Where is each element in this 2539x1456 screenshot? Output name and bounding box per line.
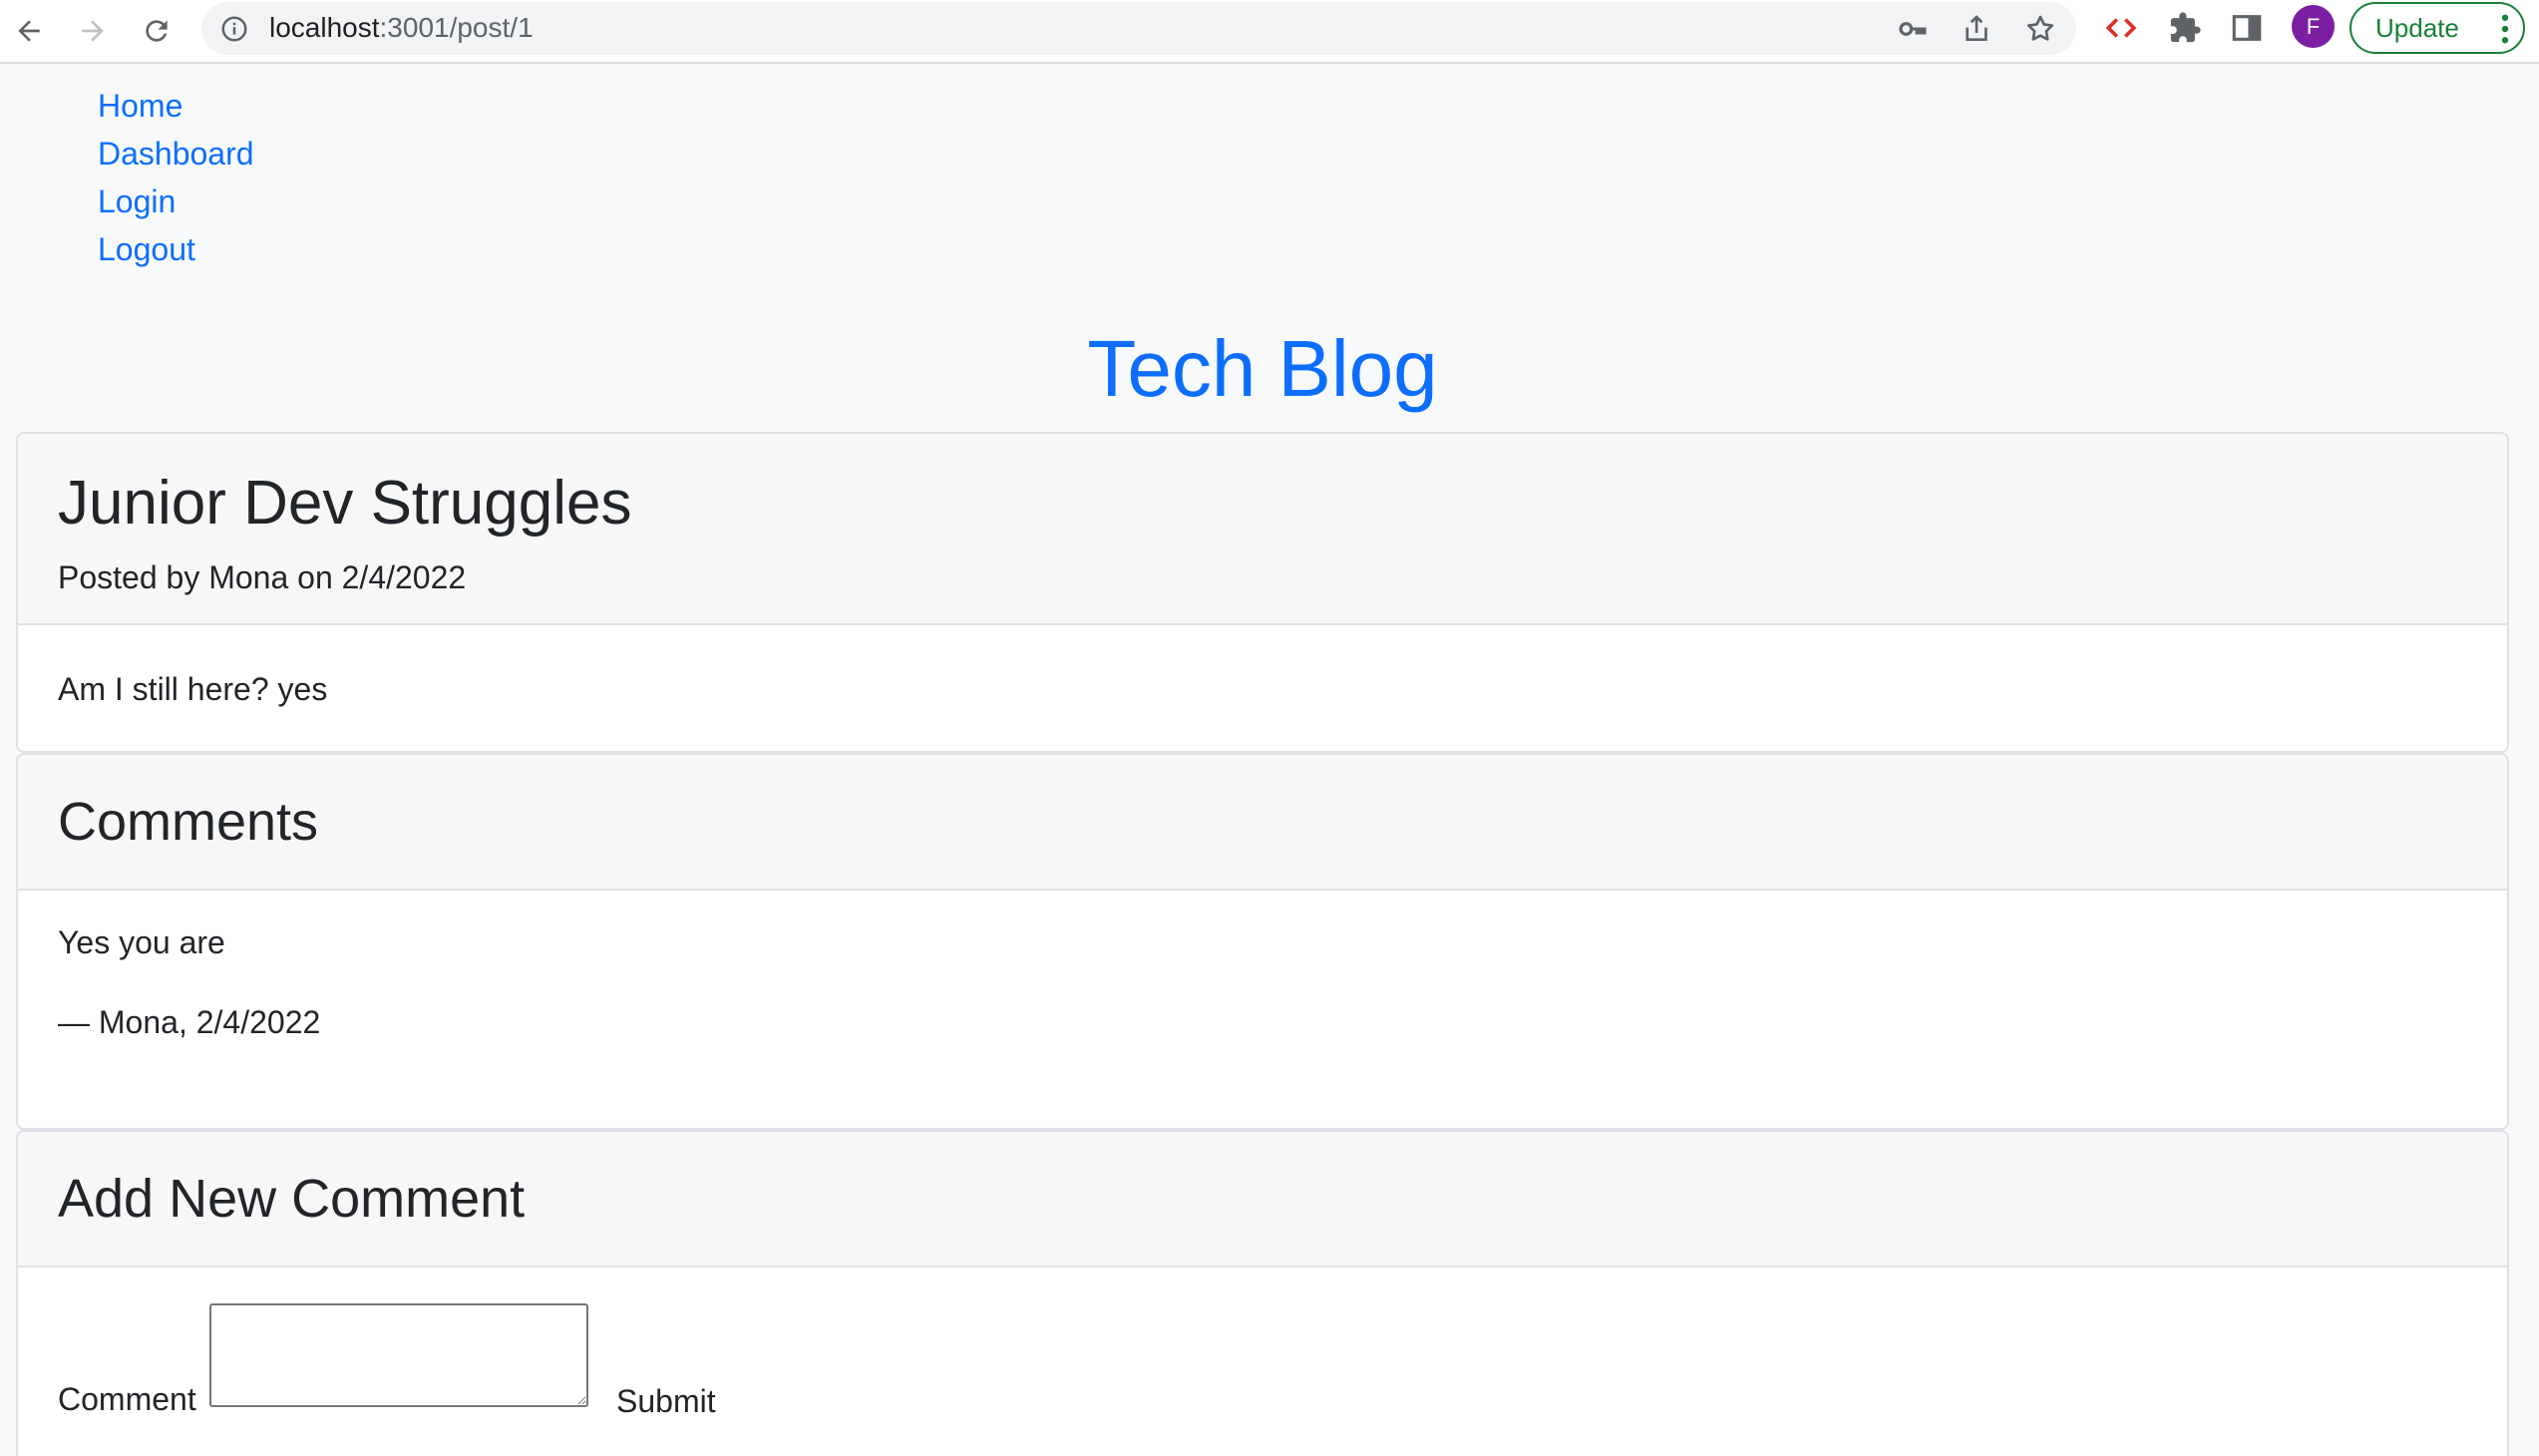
profile-avatar[interactable]: F — [2292, 5, 2335, 48]
nav-link-dashboard[interactable]: Dashboard — [98, 136, 254, 172]
nav-item-home: Home — [98, 82, 254, 130]
comments-header: Comments — [18, 755, 2507, 891]
devtools-icon[interactable] — [2104, 11, 2138, 45]
address-bar[interactable]: localhost:3001/post/1 — [201, 2, 2076, 55]
site-title: Tech Blog — [1087, 324, 1438, 413]
nav-item-dashboard: Dashboard — [98, 130, 254, 178]
post-card: Junior Dev Struggles Posted by Mona on 2… — [16, 432, 2509, 753]
nav-link-login[interactable]: Login — [98, 183, 176, 219]
post-body: Am I still here? yes — [18, 625, 2507, 751]
post-content: Am I still here? yes — [58, 671, 328, 707]
sidepanel-icon[interactable] — [2230, 11, 2264, 45]
comment-meta: — Mona, 2/4/2022 — [58, 1004, 321, 1040]
submit-button[interactable]: Submit — [616, 1379, 716, 1423]
nav-link-home[interactable]: Home — [98, 88, 182, 124]
forward-icon — [82, 20, 104, 42]
post-header: Junior Dev Struggles Posted by Mona on 2… — [18, 434, 2507, 625]
new-comment-header: Add New Comment — [18, 1132, 2507, 1268]
extensions-icon[interactable] — [2168, 11, 2202, 45]
info-icon[interactable] — [219, 14, 249, 44]
comments-card: Comments Yes you are — Mona, 2/4/2022 — [16, 753, 2509, 1130]
share-icon[interactable] — [1961, 13, 1993, 45]
reload-icon — [146, 20, 168, 42]
new-comment-card: Add New Comment Comment Submit — [16, 1130, 2509, 1456]
comment-label: Comment — [58, 1381, 196, 1417]
new-comment-heading: Add New Comment — [58, 1169, 526, 1229]
nav-item-login: Login — [98, 178, 254, 225]
update-button[interactable]: Update — [2350, 2, 2525, 54]
key-icon[interactable] — [1897, 13, 1929, 45]
nav-item-logout: Logout — [98, 225, 254, 273]
forward-button[interactable] — [70, 8, 116, 54]
browser-toolbar: localhost:3001/post/1 F Update — [0, 0, 2539, 64]
url-path: :3001/post/1 — [379, 12, 534, 43]
nav-link-logout[interactable]: Logout — [98, 231, 195, 267]
comment-list: Yes you are — Mona, 2/4/2022 — [18, 891, 2507, 1128]
comments-heading: Comments — [58, 792, 319, 852]
site-nav: Home Dashboard Login Logout — [98, 82, 254, 273]
back-icon — [18, 20, 40, 42]
reload-button[interactable] — [134, 8, 180, 54]
update-label: Update — [2375, 12, 2459, 43]
menu-dots-icon[interactable] — [2501, 14, 2509, 44]
post-title: Junior Dev Struggles — [58, 469, 632, 538]
back-button[interactable] — [6, 8, 52, 54]
url-text[interactable]: localhost:3001/post/1 — [269, 12, 534, 44]
post-byline: Posted by Mona on 2/4/2022 — [58, 559, 467, 595]
url-host: localhost — [269, 12, 380, 43]
comment-text: Yes you are — [58, 924, 225, 960]
comment-textarea[interactable] — [209, 1303, 588, 1407]
star-icon[interactable] — [2024, 13, 2056, 45]
